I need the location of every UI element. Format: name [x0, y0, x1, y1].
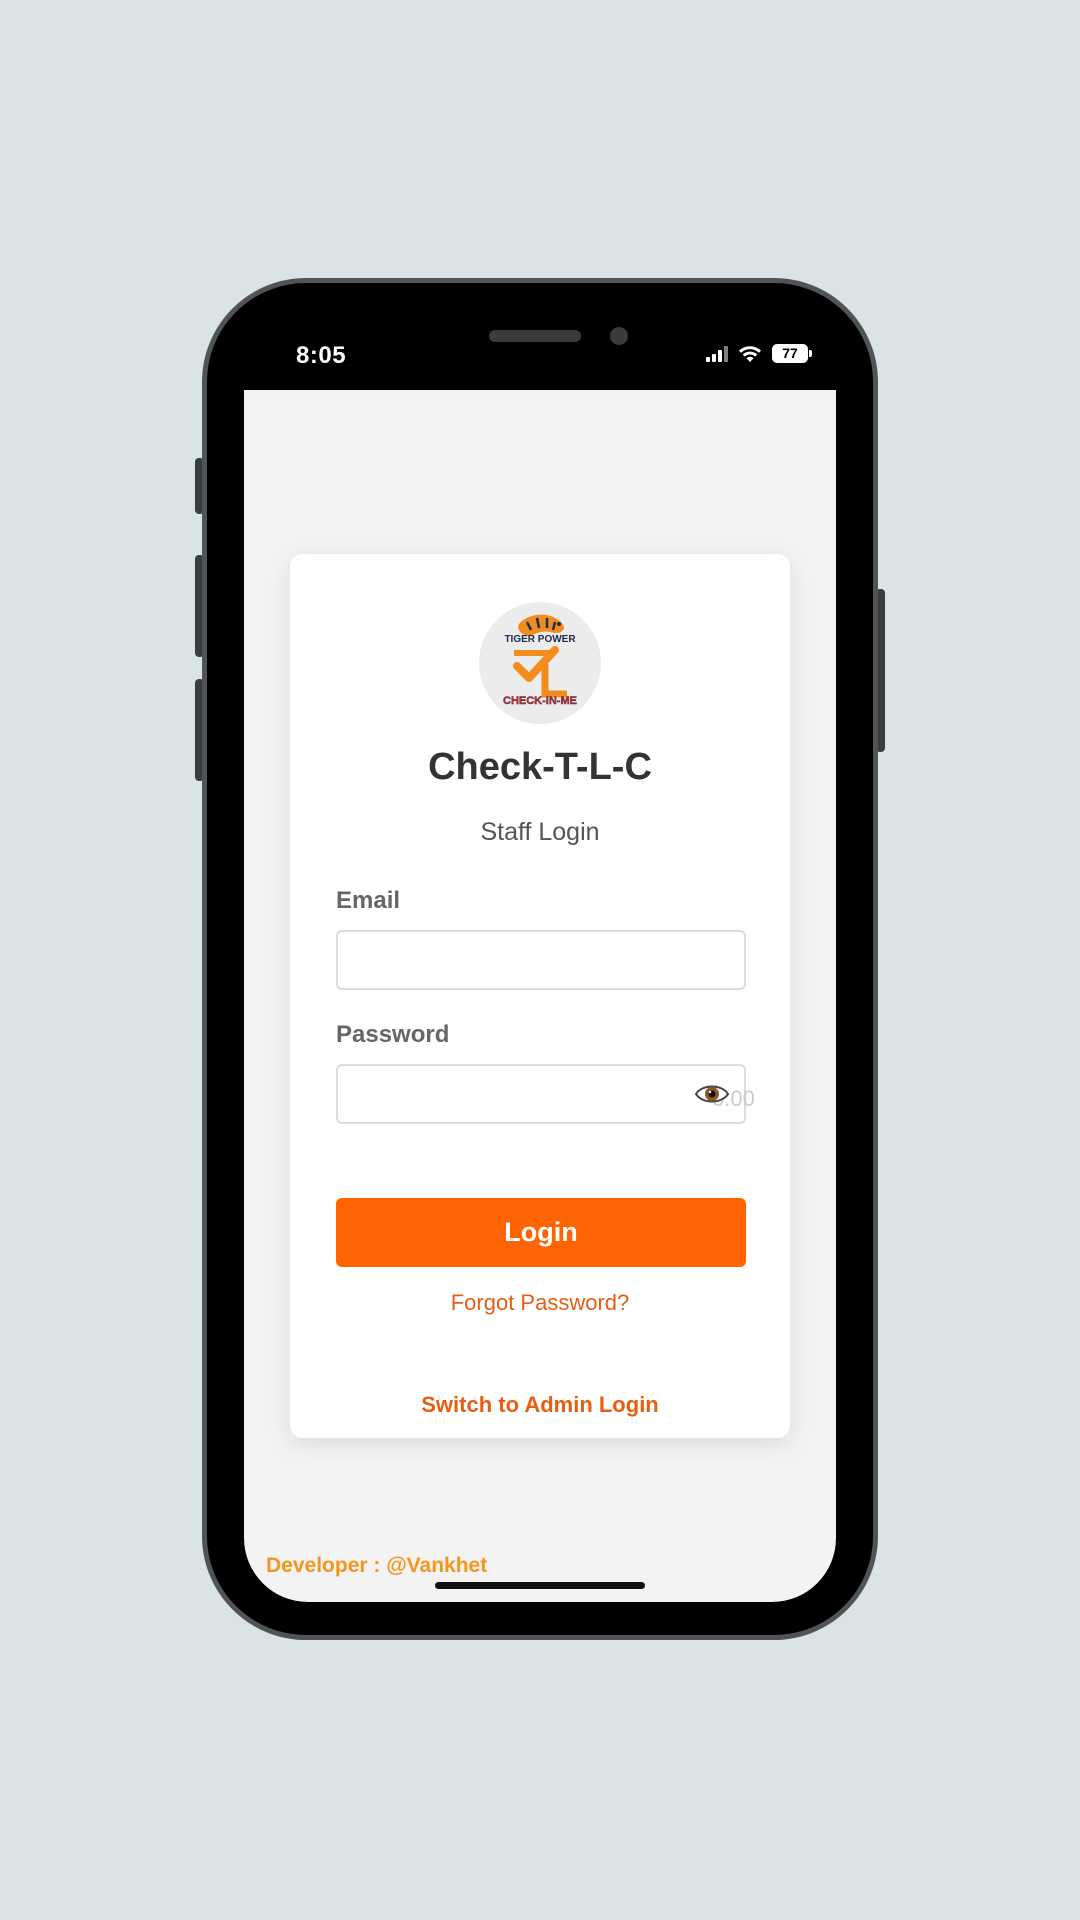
app-content: TIGER POWER CHECK-IN-ME Check-T-L-C Staf…	[244, 390, 836, 1602]
wifi-icon	[738, 345, 762, 363]
battery-icon: 77	[772, 344, 812, 363]
login-button[interactable]: Login	[336, 1198, 746, 1267]
tiger-logo: TIGER POWER CHECK-IN-ME	[479, 602, 601, 724]
email-label: Email	[336, 887, 401, 914]
notch-speaker	[489, 330, 581, 342]
backdrop: 8:05 77 TIGER POWER CHECK-IN-ME Check-T-…	[0, 0, 1080, 1920]
status-icons: 77	[706, 344, 812, 363]
home-indicator	[435, 1582, 645, 1589]
password-input[interactable]	[336, 1064, 746, 1124]
signal-icon	[706, 345, 728, 362]
password-label: Password	[336, 1021, 450, 1048]
forgot-password-link[interactable]: Forgot Password?	[290, 1290, 790, 1316]
login-card: TIGER POWER CHECK-IN-ME Check-T-L-C Staf…	[290, 554, 790, 1438]
status-bar: 8:05 77	[244, 318, 836, 390]
app-title: Check-T-L-C	[428, 746, 652, 788]
eye-icon[interactable]	[694, 1079, 730, 1109]
notch-camera	[610, 327, 628, 345]
svg-text:CHECK-IN-ME: CHECK-IN-ME	[503, 695, 577, 707]
status-time: 8:05	[296, 342, 347, 369]
phone-screen: 8:05 77 TIGER POWER CHECK-IN-ME Check-T-…	[244, 318, 836, 1602]
email-input[interactable]	[336, 930, 746, 990]
svg-text:TIGER POWER: TIGER POWER	[504, 634, 576, 645]
developer-credit: Developer : @Vankhet	[266, 1554, 488, 1577]
login-subtitle: Staff Login	[480, 818, 600, 846]
switch-admin-login-link[interactable]: Switch to Admin Login	[290, 1392, 790, 1418]
